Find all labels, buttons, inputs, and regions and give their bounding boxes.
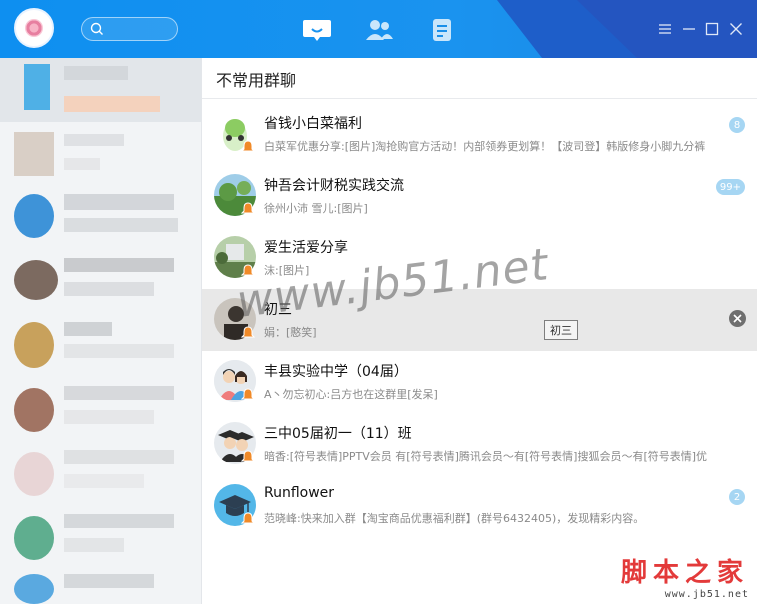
group-row[interactable]: 初三 娟：[憨笑] 初三: [202, 289, 757, 351]
group-row[interactable]: 三中05届初一（11）班 暗香:[符号表情]PPTV会员 有[符号表情]腾讯会员…: [202, 413, 757, 475]
group-name: 钟吾会计财税实践交流: [264, 178, 404, 194]
mute-bell-icon: [241, 140, 255, 152]
last-message: 沫:[图片]: [264, 264, 310, 277]
group-name: Runflower: [264, 485, 335, 501]
group-name: 三中05届初一（11）班: [264, 426, 412, 442]
mute-bell-icon: [241, 326, 255, 338]
group-name: 省钱小白菜福利: [264, 116, 362, 132]
close-icon: [733, 314, 742, 323]
group-name: 丰县实验中学（04届）: [264, 364, 408, 380]
chat-bubble-icon: [303, 20, 331, 41]
unread-badge: 2: [729, 489, 745, 505]
list-item[interactable]: [0, 570, 201, 604]
last-message: 娟：[憨笑]: [264, 326, 317, 339]
user-avatar[interactable]: [14, 8, 54, 48]
list-item[interactable]: [0, 506, 201, 570]
close-icon: [730, 23, 742, 35]
group-row[interactable]: 丰县实验中学（04届） A丶勿忘初心:吕方也在这群里[发呆]: [202, 351, 757, 413]
group-name: 爱生活爱分享: [264, 240, 348, 256]
mute-bell-icon: [241, 450, 255, 462]
menu-button[interactable]: [656, 20, 674, 38]
mute-bell-icon: [241, 388, 255, 400]
mute-bell-icon: [241, 202, 255, 214]
group-row[interactable]: 爱生活爱分享 沫:[图片]: [202, 227, 757, 289]
group-name: 初三: [264, 302, 292, 318]
site-logo: 脚本之家 www.jb51.net: [621, 552, 749, 600]
minimize-icon: [683, 28, 695, 30]
contacts-icon: [366, 20, 393, 40]
conversation-list[interactable]: [0, 58, 202, 604]
minimize-button[interactable]: [680, 20, 698, 38]
search-box[interactable]: [81, 17, 178, 41]
menu-icon: [659, 24, 671, 34]
site-logo-chinese: 脚本之家: [620, 558, 749, 588]
last-message: 徐州小沛 雪儿:[图片]: [264, 202, 368, 215]
group-list-panel: 不常用群聊 省钱小白菜福利 白菜军优惠分享:[图片]淘抢购官方活动！内部领券更划…: [202, 58, 757, 604]
last-message: 暗香:[符号表情]PPTV会员 有[符号表情]腾讯会员～有[符号表情]搜狐会员～…: [264, 450, 708, 463]
title-bar: [0, 0, 757, 58]
mute-bell-icon: [241, 264, 255, 276]
unread-badge: 99+: [715, 179, 745, 195]
list-item[interactable]: [0, 122, 201, 186]
site-logo-url: www.jb51.net: [664, 589, 749, 600]
tab-messages[interactable]: [299, 12, 335, 48]
tab-notes[interactable]: [424, 12, 460, 48]
group-row[interactable]: 省钱小白菜福利 白菜军优惠分享:[图片]淘抢购官方活动！内部领券更划算！【波司登…: [202, 103, 757, 165]
last-message: A丶勿忘初心:吕方也在这群里[发呆]: [264, 388, 438, 401]
divider: [202, 98, 757, 99]
remove-group-button[interactable]: [729, 310, 746, 327]
flower-icon: [25, 19, 43, 37]
notes-icon: [433, 19, 451, 41]
last-message: 白菜军优惠分享:[图片]淘抢购官方活动！内部领券更划算！【波司登】韩版修身小脚九…: [264, 140, 706, 153]
maximize-icon: [705, 22, 719, 36]
list-item[interactable]: [0, 442, 201, 506]
tooltip: 初三: [544, 320, 578, 340]
list-item[interactable]: [0, 314, 201, 378]
list-item[interactable]: [0, 186, 201, 250]
list-item[interactable]: [0, 378, 201, 442]
tab-contacts[interactable]: [361, 12, 397, 48]
section-title: 不常用群聊: [216, 71, 297, 90]
group-row[interactable]: 钟吾会计财税实践交流 徐州小沛 雪儿:[图片] 99+: [202, 165, 757, 227]
list-item[interactable]: [0, 250, 201, 314]
search-icon: [90, 22, 103, 35]
close-window-button[interactable]: [727, 20, 745, 38]
mute-bell-icon: [241, 512, 255, 524]
list-item[interactable]: [0, 58, 201, 122]
unread-badge: 8: [729, 117, 745, 133]
last-message: 范晓峰:快来加入群【淘宝商品优惠福利群】(群号6432405)，发现精彩内容。: [264, 512, 645, 525]
group-row[interactable]: Runflower 范晓峰:快来加入群【淘宝商品优惠福利群】(群号6432405…: [202, 475, 757, 537]
maximize-button[interactable]: [703, 20, 721, 38]
